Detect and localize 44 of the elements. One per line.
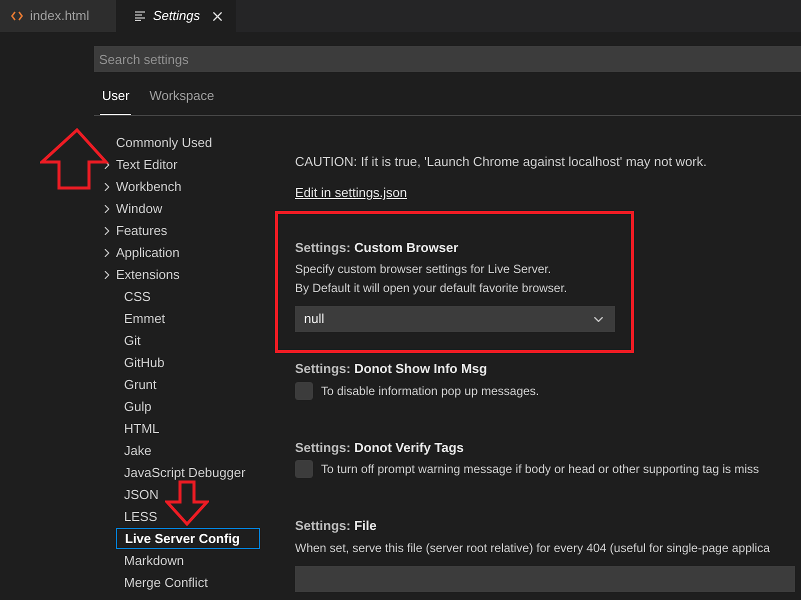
toc-item[interactable]: Markdown <box>124 550 184 570</box>
setting-description: When set, serve this file (server root relative) for every 404 (useful for single-page applica <box>295 540 770 556</box>
toc-item[interactable]: Grunt <box>124 374 157 394</box>
toc-item[interactable]: Features <box>116 220 168 240</box>
dropdown[interactable]: null <box>295 306 615 332</box>
setting-title: Settings: Donot Verify Tags <box>295 438 465 457</box>
setting-description: To turn off prompt warning message if body or head or other supporting tag is miss <box>321 461 760 478</box>
toc-item[interactable]: Jake <box>124 440 152 460</box>
setting-description: Specify custom browser settings for Live Server. <box>295 261 552 278</box>
toc-item[interactable]: Live Server Config <box>116 528 260 550</box>
setting-title: Settings: Custom Browser <box>295 238 460 257</box>
toc-item[interactable]: LESS <box>124 506 158 526</box>
toc-item[interactable]: HTML <box>124 418 160 438</box>
toc-item[interactable]: Workbench <box>116 176 182 196</box>
toc-item[interactable]: Merge Conflict <box>124 572 208 592</box>
checkbox[interactable] <box>295 382 313 400</box>
caution-text: CAUTION: If it is true, 'Launch Chrome against localhost' may not work. <box>295 152 708 171</box>
search-field[interactable]: Search settings <box>94 46 801 72</box>
checkbox[interactable] <box>295 460 313 478</box>
toc-item[interactable]: GitHub <box>124 352 164 372</box>
toc-item[interactable]: JSON <box>124 484 159 504</box>
toc-item[interactable]: Text Editor <box>116 154 178 174</box>
setting-description: By Default it will open your default favorite browser. <box>295 280 568 297</box>
scope-tab[interactable]: Workspace <box>147 86 216 114</box>
toc-item[interactable]: Commonly Used <box>116 132 212 152</box>
toc-item[interactable]: Gulp <box>124 396 152 416</box>
scope-tab[interactable]: User <box>100 86 132 114</box>
setting-title: Settings: File <box>295 517 378 535</box>
toc-item[interactable]: Application <box>116 242 180 262</box>
input-field[interactable] <box>295 566 795 592</box>
editor-tab[interactable]: Settings <box>116 0 236 32</box>
toc-item[interactable]: Window <box>116 198 162 218</box>
setting-description: To disable information pop up messages. <box>321 382 540 400</box>
down-arrow-annotation <box>165 480 209 526</box>
editor-tab[interactable]: index.html <box>0 0 116 32</box>
toc-item[interactable]: Emmet <box>124 308 166 328</box>
lines-icon <box>134 11 146 21</box>
toc-item[interactable]: CSS <box>124 286 151 306</box>
setting-title: Settings: Donot Show Info Msg <box>295 360 488 378</box>
toc-item[interactable]: Extensions <box>116 264 180 284</box>
code-brackets-icon <box>11 11 23 21</box>
toc-item[interactable]: JavaScript Debugger <box>124 462 246 482</box>
settings-json-link[interactable]: Edit in settings.json <box>295 183 408 202</box>
toc-item[interactable]: Git <box>124 330 141 350</box>
